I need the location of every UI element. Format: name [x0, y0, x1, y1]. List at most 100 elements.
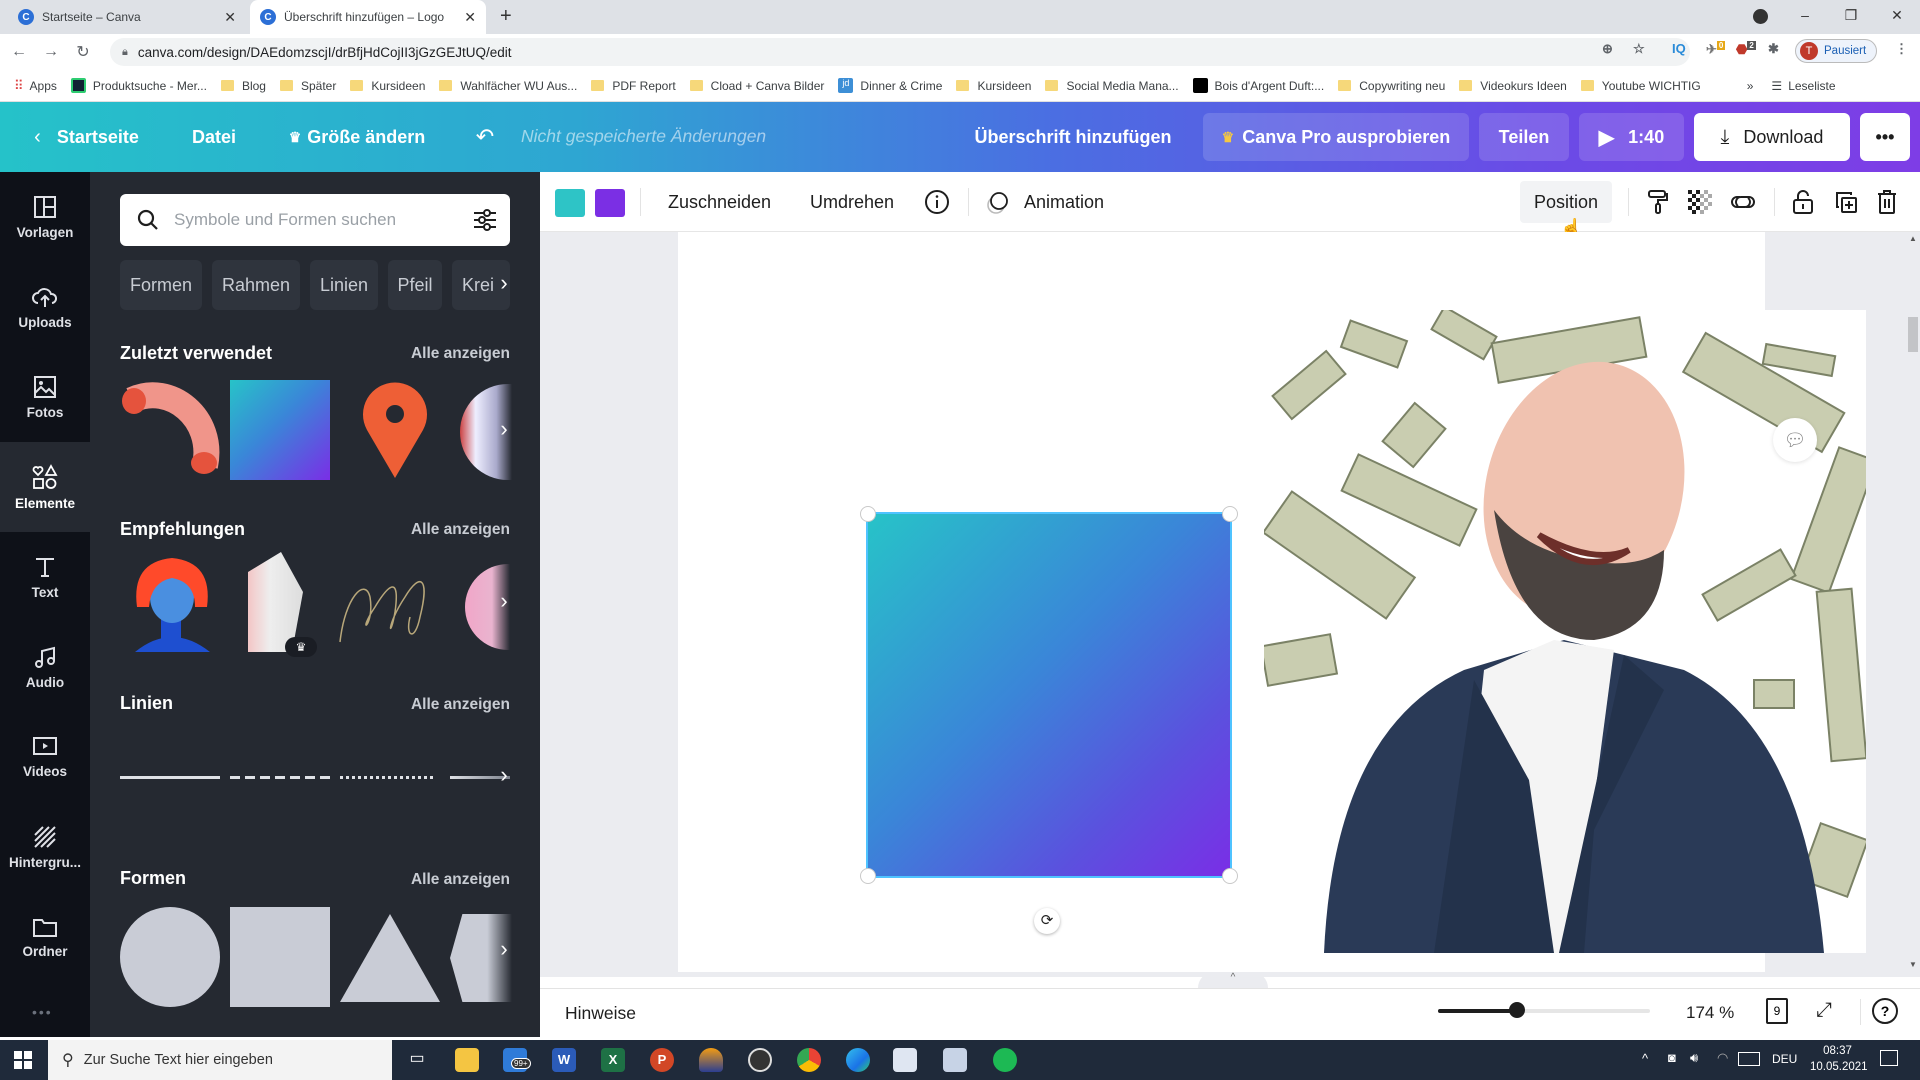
language-indicator[interactable]: DEU [1772, 1052, 1797, 1066]
forward-icon[interactable]: → [38, 43, 64, 61]
more-bookmarks-button[interactable]: » [1747, 79, 1754, 93]
zoom-slider-thumb[interactable] [1508, 1002, 1525, 1018]
bookmark-folder[interactable]: Wahlfächer WU Aus... [439, 79, 577, 93]
bookmark-folder[interactable]: Youtube WICHTIG [1580, 79, 1701, 93]
info-button[interactable] [924, 172, 950, 232]
crop-button[interactable]: Zuschneiden [668, 172, 771, 232]
line-dotted[interactable] [340, 776, 435, 779]
present-button[interactable]: ▶ 1:40 [1579, 113, 1684, 161]
bookmark-item[interactable]: Bois d'Argent Duft:... [1192, 78, 1324, 93]
bookmark-item[interactable]: Produktsuche - Mer... [70, 78, 207, 93]
bookmark-folder[interactable]: Copywriting neu [1338, 79, 1445, 93]
lock-button[interactable] [1792, 172, 1814, 232]
share-button[interactable]: Teilen [1479, 113, 1569, 161]
position-button[interactable]: Position [1520, 181, 1613, 223]
animation-button[interactable]: Animation [986, 172, 1104, 232]
bookmark-folder[interactable]: Videokurs Ideen [1459, 79, 1567, 93]
recommendation-illustration-woman[interactable] [125, 552, 220, 657]
bookmark-folder[interactable]: Cload + Canva Bilder [689, 79, 824, 93]
line-solid[interactable] [120, 776, 220, 779]
chip-pfeil[interactable]: Pfeil [388, 260, 442, 310]
rail-item-text[interactable]: Text [0, 532, 90, 622]
puzzle-extensions-icon[interactable]: ✱ [1768, 41, 1779, 57]
see-all-recommendations-link[interactable]: Alle anzeigen [411, 521, 510, 539]
obs-icon[interactable] [748, 1048, 772, 1072]
taskbar-search-input[interactable]: ⚲ Zur Suche Text hier eingeben [48, 1040, 392, 1080]
resize-handle-bottom-left[interactable] [860, 868, 876, 884]
home-button[interactable]: ‹ Startseite [24, 113, 149, 161]
edge-icon[interactable] [846, 1048, 870, 1072]
scroll-down-icon[interactable]: ▼ [1909, 960, 1917, 969]
rail-item-hintergrund[interactable]: Hintergru... [0, 802, 90, 892]
rail-item-ordner[interactable]: Ordner [0, 892, 90, 982]
resize-handle-bottom-right[interactable] [1222, 868, 1238, 884]
see-all-lines-link[interactable]: Alle anzeigen [411, 696, 510, 714]
fullscreen-icon[interactable]: ⤢ [1816, 999, 1832, 1022]
shape-triangle[interactable] [340, 914, 440, 1002]
spotify-icon[interactable] [993, 1048, 1017, 1072]
clock[interactable]: 08:37 10.05.2021 [1810, 1043, 1868, 1075]
rail-item-fotos[interactable]: Fotos [0, 352, 90, 442]
wifi-icon[interactable]: ◠ [1717, 1050, 1728, 1066]
app-icon-2[interactable] [893, 1048, 917, 1072]
resize-handle-top-left[interactable] [860, 506, 876, 522]
recent-item-location-pin[interactable] [345, 378, 445, 478]
adblock-icon[interactable]: ⬣ 2 [1736, 41, 1756, 57]
bookmark-folder[interactable]: Blog [220, 79, 266, 93]
chrome-menu-icon[interactable]: ⋮ [1895, 41, 1908, 57]
scroll-up-icon[interactable]: ▲ [1909, 234, 1917, 243]
resize-button[interactable]: ♛ Größe ändern [284, 113, 430, 161]
tab-logo[interactable]: C Überschrift hinzufügen – Logo ✕ [250, 0, 486, 34]
scrollbar-thumb[interactable] [1908, 317, 1918, 352]
shapes-scroll-right-icon[interactable]: › [492, 936, 516, 962]
iq-extension-icon[interactable]: IQ [1672, 41, 1686, 56]
bookmark-folder[interactable]: Kursideen [350, 79, 425, 93]
more-apps-icon[interactable]: ••• [32, 1004, 53, 1020]
app-icon-3[interactable] [943, 1048, 967, 1072]
download-button[interactable]: ⤓ Download [1694, 113, 1850, 161]
bookmark-folder[interactable]: PDF Report [591, 79, 676, 93]
file-explorer-icon[interactable] [455, 1048, 479, 1072]
recent-item-tube[interactable] [120, 378, 220, 478]
tab-startseite[interactable]: C Startseite – Canva ✕ [8, 0, 246, 34]
filter-icon[interactable] [472, 208, 498, 232]
see-all-shapes-link[interactable]: Alle anzeigen [411, 871, 510, 889]
windows-start-icon[interactable] [14, 1051, 32, 1069]
page-grid-button[interactable]: 9 [1766, 998, 1788, 1024]
bookmark-item[interactable]: jd Dinner & Crime [838, 78, 942, 93]
color-swatch-1[interactable] [555, 189, 585, 217]
photo-man-with-money[interactable] [1264, 310, 1866, 953]
meet-now-icon[interactable]: ◙ [1668, 1050, 1676, 1065]
powerpoint-icon[interactable]: P [650, 1048, 674, 1072]
design-page[interactable]: ⟳ [678, 232, 1866, 972]
resize-handle-top-right[interactable] [1222, 506, 1238, 522]
shape-circle[interactable] [120, 907, 220, 1007]
lines-scroll-right-icon[interactable]: › [492, 762, 516, 788]
tray-expand-icon[interactable]: ^ [1642, 1051, 1648, 1066]
mail-icon[interactable]: 99+ [503, 1048, 531, 1072]
shape-square[interactable] [230, 907, 330, 1007]
excel-icon[interactable]: X [601, 1048, 625, 1072]
rail-item-audio[interactable]: Audio [0, 622, 90, 712]
add-comment-icon[interactable]: 💬︎ [1773, 418, 1817, 462]
new-tab-icon[interactable]: + [500, 5, 512, 28]
recommendation-scribble[interactable] [335, 557, 430, 647]
chrome-icon[interactable] [797, 1048, 821, 1072]
bookmark-folder[interactable]: Social Media Mana... [1045, 79, 1179, 93]
expand-pages-icon[interactable]: ^ [1198, 972, 1268, 988]
extension-icon[interactable]: ✈ 0 [1706, 41, 1726, 57]
link-button[interactable] [1730, 172, 1756, 232]
elements-search-input[interactable]: Symbole und Formen suchen [120, 194, 510, 246]
try-pro-button[interactable]: ♛ Canva Pro ausprobieren [1203, 113, 1469, 161]
more-options-button[interactable]: ••• [1860, 113, 1910, 161]
zoom-percent-label[interactable]: 174 % [1686, 1003, 1734, 1023]
bookmark-apps[interactable]: ⠿ Apps [14, 78, 57, 94]
chips-scroll-right-icon[interactable]: › [492, 270, 516, 296]
copy-style-button[interactable] [1646, 172, 1670, 232]
help-button[interactable]: ? [1872, 998, 1898, 1024]
rail-item-videos[interactable]: Videos [0, 712, 90, 802]
rotate-handle-icon[interactable]: ⟳ [1034, 908, 1060, 934]
bookmark-folder[interactable]: Kursideen [956, 79, 1031, 93]
line-dashed[interactable] [230, 776, 330, 779]
recent-item-gradient-square[interactable] [230, 380, 330, 480]
